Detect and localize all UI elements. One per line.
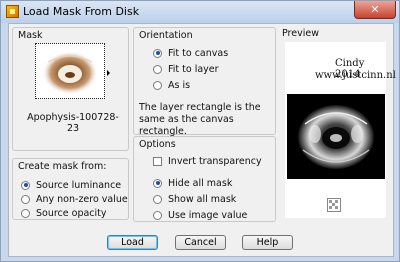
radio-indicator[interactable] [153, 64, 162, 74]
radio-any-non-zero[interactable]: Any non-zero value [21, 193, 128, 205]
radio-indicator[interactable] [153, 48, 162, 58]
radio-fit-to-canvas[interactable]: Fit to canvas [153, 47, 228, 59]
radio-label: Use image value [168, 209, 248, 221]
thumbnail-scroll-arrow-icon[interactable] [107, 70, 110, 76]
transparency-toggle-icon[interactable] [327, 198, 341, 212]
mask-filename: Apophysis-100728-23 [27, 112, 119, 134]
radio-indicator[interactable] [153, 80, 162, 90]
radio-label: Fit to canvas [168, 47, 229, 59]
mask-thumbnail-image [37, 45, 103, 97]
radio-indicator[interactable] [153, 178, 162, 188]
window-title: Load Mask From Disk [23, 5, 140, 18]
close-button[interactable]: ✕ [354, 1, 396, 19]
radio-source-opacity[interactable]: Source opacity [21, 207, 107, 219]
radio-use-image-value[interactable]: Use image value [153, 209, 247, 221]
create-mask-group-title: Create mask from: [18, 161, 107, 172]
options-group-title: Options [139, 139, 176, 150]
app-icon [6, 5, 19, 18]
radio-label: As is [168, 79, 191, 91]
cancel-button[interactable]: Cancel [175, 235, 226, 250]
mask-group: Mask Apophysis-100728-23 [12, 27, 129, 151]
preview-area: Cindy 2014 www.justcinn.nl [285, 42, 396, 218]
radio-as-is[interactable]: As is [153, 79, 190, 91]
create-mask-group: Create mask from: Source luminance Any n… [12, 158, 129, 220]
mask-thumbnail[interactable] [35, 43, 105, 99]
radio-fit-to-layer[interactable]: Fit to layer [153, 63, 219, 75]
radio-source-luminance[interactable]: Source luminance [21, 179, 121, 191]
radio-hide-all-mask[interactable]: Hide all mask [153, 177, 232, 189]
checkbox-indicator[interactable] [153, 156, 162, 166]
orientation-description: The layer rectangle is the same as the c… [139, 102, 261, 137]
radio-label: Source luminance [36, 179, 122, 191]
radio-indicator[interactable] [21, 208, 30, 218]
radio-indicator[interactable] [153, 194, 162, 204]
options-group: Options Invert transparency Hide all mas… [133, 136, 276, 222]
radio-label: Show all mask [168, 193, 237, 205]
invert-transparency-checkbox[interactable]: Invert transparency [153, 155, 262, 167]
preview-watermark-line2: www.justcinn.nl [315, 70, 396, 81]
radio-label: Source opacity [36, 207, 107, 219]
radio-indicator[interactable] [21, 194, 30, 204]
preview-label: Preview [282, 28, 319, 39]
radio-indicator[interactable] [153, 210, 162, 220]
orientation-group: Orientation Fit to canvas Fit to layer A… [133, 27, 276, 137]
title-bar[interactable]: Load Mask From Disk ✕ [1, 1, 399, 23]
dialog-body: Mask Apophysis-100728-23 Create mask fro… [8, 23, 396, 257]
checkbox-label: Invert transparency [168, 155, 262, 167]
orientation-group-title: Orientation [139, 30, 193, 41]
load-button[interactable]: Load [107, 235, 158, 250]
radio-show-all-mask[interactable]: Show all mask [153, 193, 236, 205]
radio-indicator[interactable] [21, 180, 30, 190]
radio-label: Any non-zero value [36, 193, 128, 205]
help-button[interactable]: Help [242, 235, 293, 250]
radio-label: Fit to layer [168, 63, 219, 75]
mask-group-title: Mask [18, 30, 43, 41]
dialog-window: Load Mask From Disk ✕ Mask Apophysis-100… [0, 0, 400, 262]
radio-label: Hide all mask [168, 177, 233, 189]
preview-image [287, 94, 385, 179]
